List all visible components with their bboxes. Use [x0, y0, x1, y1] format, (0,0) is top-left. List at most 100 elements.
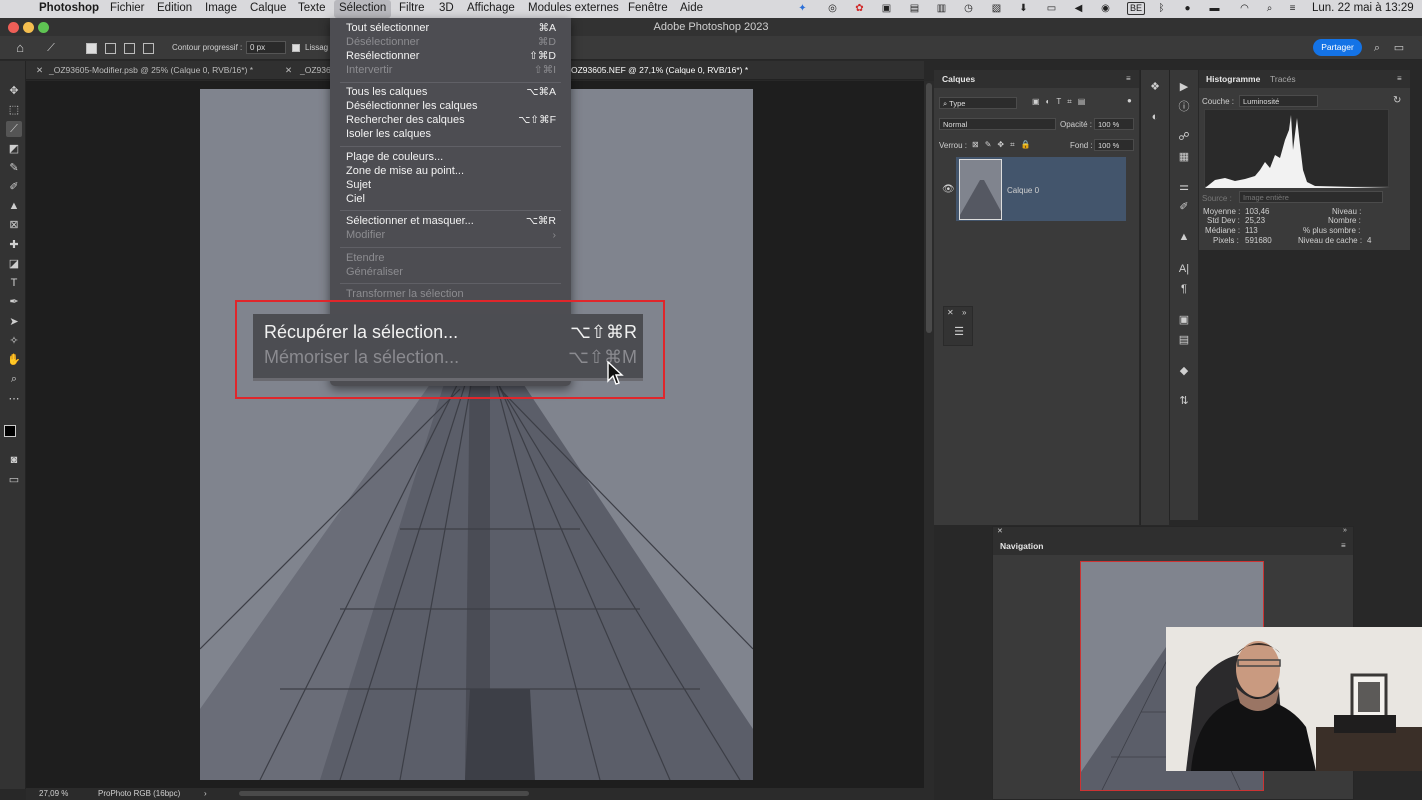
keyboard-layout-indicator[interactable]: BE — [1127, 2, 1146, 15]
floating-adjustments-panel[interactable]: ✕ » ☰ — [943, 306, 973, 346]
zoom-window-button[interactable] — [38, 22, 49, 33]
eraser-tool-icon[interactable]: ◪ — [6, 256, 22, 272]
stamp-tool-icon[interactable]: ▲ — [6, 198, 22, 214]
properties-icon[interactable]: ⚌ — [1177, 180, 1191, 194]
menu-fichier[interactable]: Fichier — [110, 2, 145, 14]
filter-toggle-icon[interactable]: ● — [1127, 96, 1132, 105]
eyedropper-tool-icon[interactable]: ✎ — [6, 160, 22, 176]
status-arrow-icon[interactable]: › — [204, 789, 207, 798]
color-icon[interactable]: ❖ — [1148, 80, 1162, 94]
type-tool-icon[interactable]: T — [6, 275, 22, 291]
cloud-sync-icon[interactable]: ◎ — [826, 3, 839, 15]
canvas-vertical-scrollbar[interactable] — [924, 81, 934, 788]
notes-icon[interactable]: ▤ — [1177, 333, 1191, 347]
play-actions-icon[interactable]: ▶ — [1177, 80, 1191, 94]
panel-menu-icon[interactable]: ≡ — [1341, 541, 1346, 550]
3d-icon[interactable]: ◆ — [1177, 364, 1191, 378]
antialias-checkbox[interactable] — [292, 44, 300, 52]
menu-item-etendre[interactable]: Etendre — [346, 252, 560, 264]
layer-name[interactable]: Calque 0 — [1007, 186, 1039, 195]
adjustments-icon[interactable]: ◐ — [1148, 110, 1162, 124]
tab-navigation[interactable]: Navigation — [1000, 541, 1043, 551]
clone-source-icon[interactable]: ▲ — [1177, 230, 1191, 244]
tab-traces[interactable]: Tracés — [1270, 74, 1296, 84]
workspace-icon[interactable]: ▭ — [1392, 41, 1406, 55]
menu-item-selectionner-masquer[interactable]: Sélectionner et masquer... ⌥⌘R — [346, 215, 560, 227]
wifi-icon[interactable]: ◠ — [1238, 3, 1251, 15]
new-selection-mode-icon[interactable] — [86, 43, 97, 54]
source-select[interactable]: Image entière — [1239, 191, 1383, 203]
clipboard-icon[interactable]: ▥ — [935, 3, 948, 15]
menu-item-ciel[interactable]: Ciel — [346, 193, 560, 205]
camera-icon[interactable]: ▣ — [880, 3, 893, 15]
document-tab-2[interactable]: _OZ936 — [300, 65, 331, 75]
home-icon[interactable]: ⌂ — [13, 41, 27, 55]
horizontal-scrollbar-thumb[interactable] — [239, 791, 529, 796]
display-icon[interactable]: ▭ — [1045, 3, 1058, 15]
menu-item-reselectionner[interactable]: Resélectionner ⇧⌘D — [346, 50, 560, 62]
healing-tool-icon[interactable]: ✚ — [6, 237, 22, 253]
menubar-clock[interactable]: Lun. 22 mai à 13:29 — [1312, 2, 1414, 14]
pen-tool-icon[interactable]: ✒ — [6, 294, 22, 310]
bluetooth-icon[interactable]: ᛒ — [1155, 3, 1168, 15]
visibility-eye-icon[interactable]: 👁 — [942, 184, 955, 195]
shape-tool-icon[interactable]: ✧ — [6, 333, 22, 349]
brush-settings-icon[interactable]: ✐ — [1177, 200, 1191, 214]
battery-icon[interactable]: ▬ — [1208, 3, 1221, 15]
menu-filtre[interactable]: Filtre — [399, 2, 425, 14]
collapse-icon[interactable]: » — [962, 308, 966, 317]
menu-selection[interactable]: Sélection — [334, 0, 392, 18]
sliders-icon[interactable]: ☰ — [952, 325, 966, 339]
add-selection-mode-icon[interactable] — [105, 43, 116, 54]
foreground-color-swatch[interactable] — [4, 425, 16, 437]
menu-item-sujet[interactable]: Sujet — [346, 179, 560, 191]
refresh-icon[interactable]: ↻ — [1393, 95, 1401, 106]
menu-affichage[interactable]: Affichage — [467, 2, 515, 14]
paragraph-icon[interactable]: ¶ — [1177, 282, 1191, 296]
layer-filter-icons[interactable]: ▣◐T⌗▤ — [1032, 97, 1091, 107]
info-icon[interactable]: ⓘ — [1177, 100, 1191, 114]
minimize-window-button[interactable] — [23, 22, 34, 33]
brush-tool-icon[interactable]: ✐ — [6, 179, 22, 195]
menu-item-recuperer-selection[interactable]: Récupérer la sélection... ⌥⇧⌘R — [264, 322, 640, 343]
menu-item-isoler-calques[interactable]: Isoler les calques — [346, 128, 560, 140]
menu-item-zone-mise-au-point[interactable]: Zone de mise au point... — [346, 165, 560, 177]
more-tools-icon[interactable]: ⋯ — [6, 391, 22, 407]
menu-edition[interactable]: Edition — [157, 2, 192, 14]
quick-mask-icon[interactable]: ◙ — [6, 452, 22, 468]
menu-item-intervertir[interactable]: Intervertir ⇧⌘I — [346, 64, 560, 76]
lasso-tool-icon[interactable]: ⟋ — [6, 121, 22, 137]
character-icon[interactable]: A| — [1177, 262, 1191, 276]
collapse-icon[interactable]: » — [1343, 527, 1347, 534]
spotlight-icon[interactable]: ⌕ — [1263, 3, 1276, 15]
drive-icon[interactable]: ▤ — [908, 3, 921, 15]
path-selection-tool-icon[interactable]: ➤ — [6, 314, 22, 330]
volume-icon[interactable]: ◀ — [1072, 3, 1085, 15]
menu-item-generaliser[interactable]: Généraliser — [346, 266, 560, 278]
channels-icon[interactable]: ☍ — [1177, 130, 1191, 144]
timeline-icon[interactable]: ⇅ — [1177, 394, 1191, 408]
zoom-level[interactable]: 27,09 % — [39, 789, 68, 798]
menu-fenetre[interactable]: Fenêtre — [628, 2, 668, 14]
share-button[interactable]: Partager — [1313, 39, 1362, 56]
panel-menu-icon[interactable]: ≡ — [1397, 74, 1402, 83]
compress-icon[interactable]: ▧ — [990, 3, 1003, 15]
close-icon[interactable]: ✕ — [947, 308, 954, 317]
download-icon[interactable]: ⬇ — [1017, 3, 1030, 15]
layer-thumbnail[interactable] — [959, 159, 1002, 220]
menu-3d[interactable]: 3D — [439, 2, 454, 14]
lock-icons[interactable]: ⊠✎✥⌗🔒 — [972, 140, 1037, 150]
object-selection-tool-icon[interactable]: ◩ — [6, 141, 22, 157]
grid-icon[interactable]: ▦ — [1177, 150, 1191, 164]
screen-mode-icon[interactable]: ▭ — [6, 472, 22, 488]
menu-image[interactable]: Image — [205, 2, 237, 14]
channel-select[interactable]: Luminosité — [1239, 95, 1318, 107]
document-tab-psb[interactable]: _OZ93605-Modifier.psb @ 25% (Calque 0, R… — [49, 65, 253, 75]
menu-item-rechercher-calques[interactable]: Rechercher des calques ⌥⇧⌘F — [346, 114, 560, 126]
tab-calques[interactable]: Calques — [942, 74, 975, 84]
airplay-icon[interactable]: ◉ — [1099, 3, 1112, 15]
menu-item-deselectionner-calques[interactable]: Désélectionner les calques — [346, 100, 560, 112]
menu-item-transformer-selection[interactable]: Transformer la sélection — [346, 288, 560, 300]
menu-texte[interactable]: Texte — [298, 2, 326, 14]
time-machine-icon[interactable]: ◷ — [962, 3, 975, 15]
